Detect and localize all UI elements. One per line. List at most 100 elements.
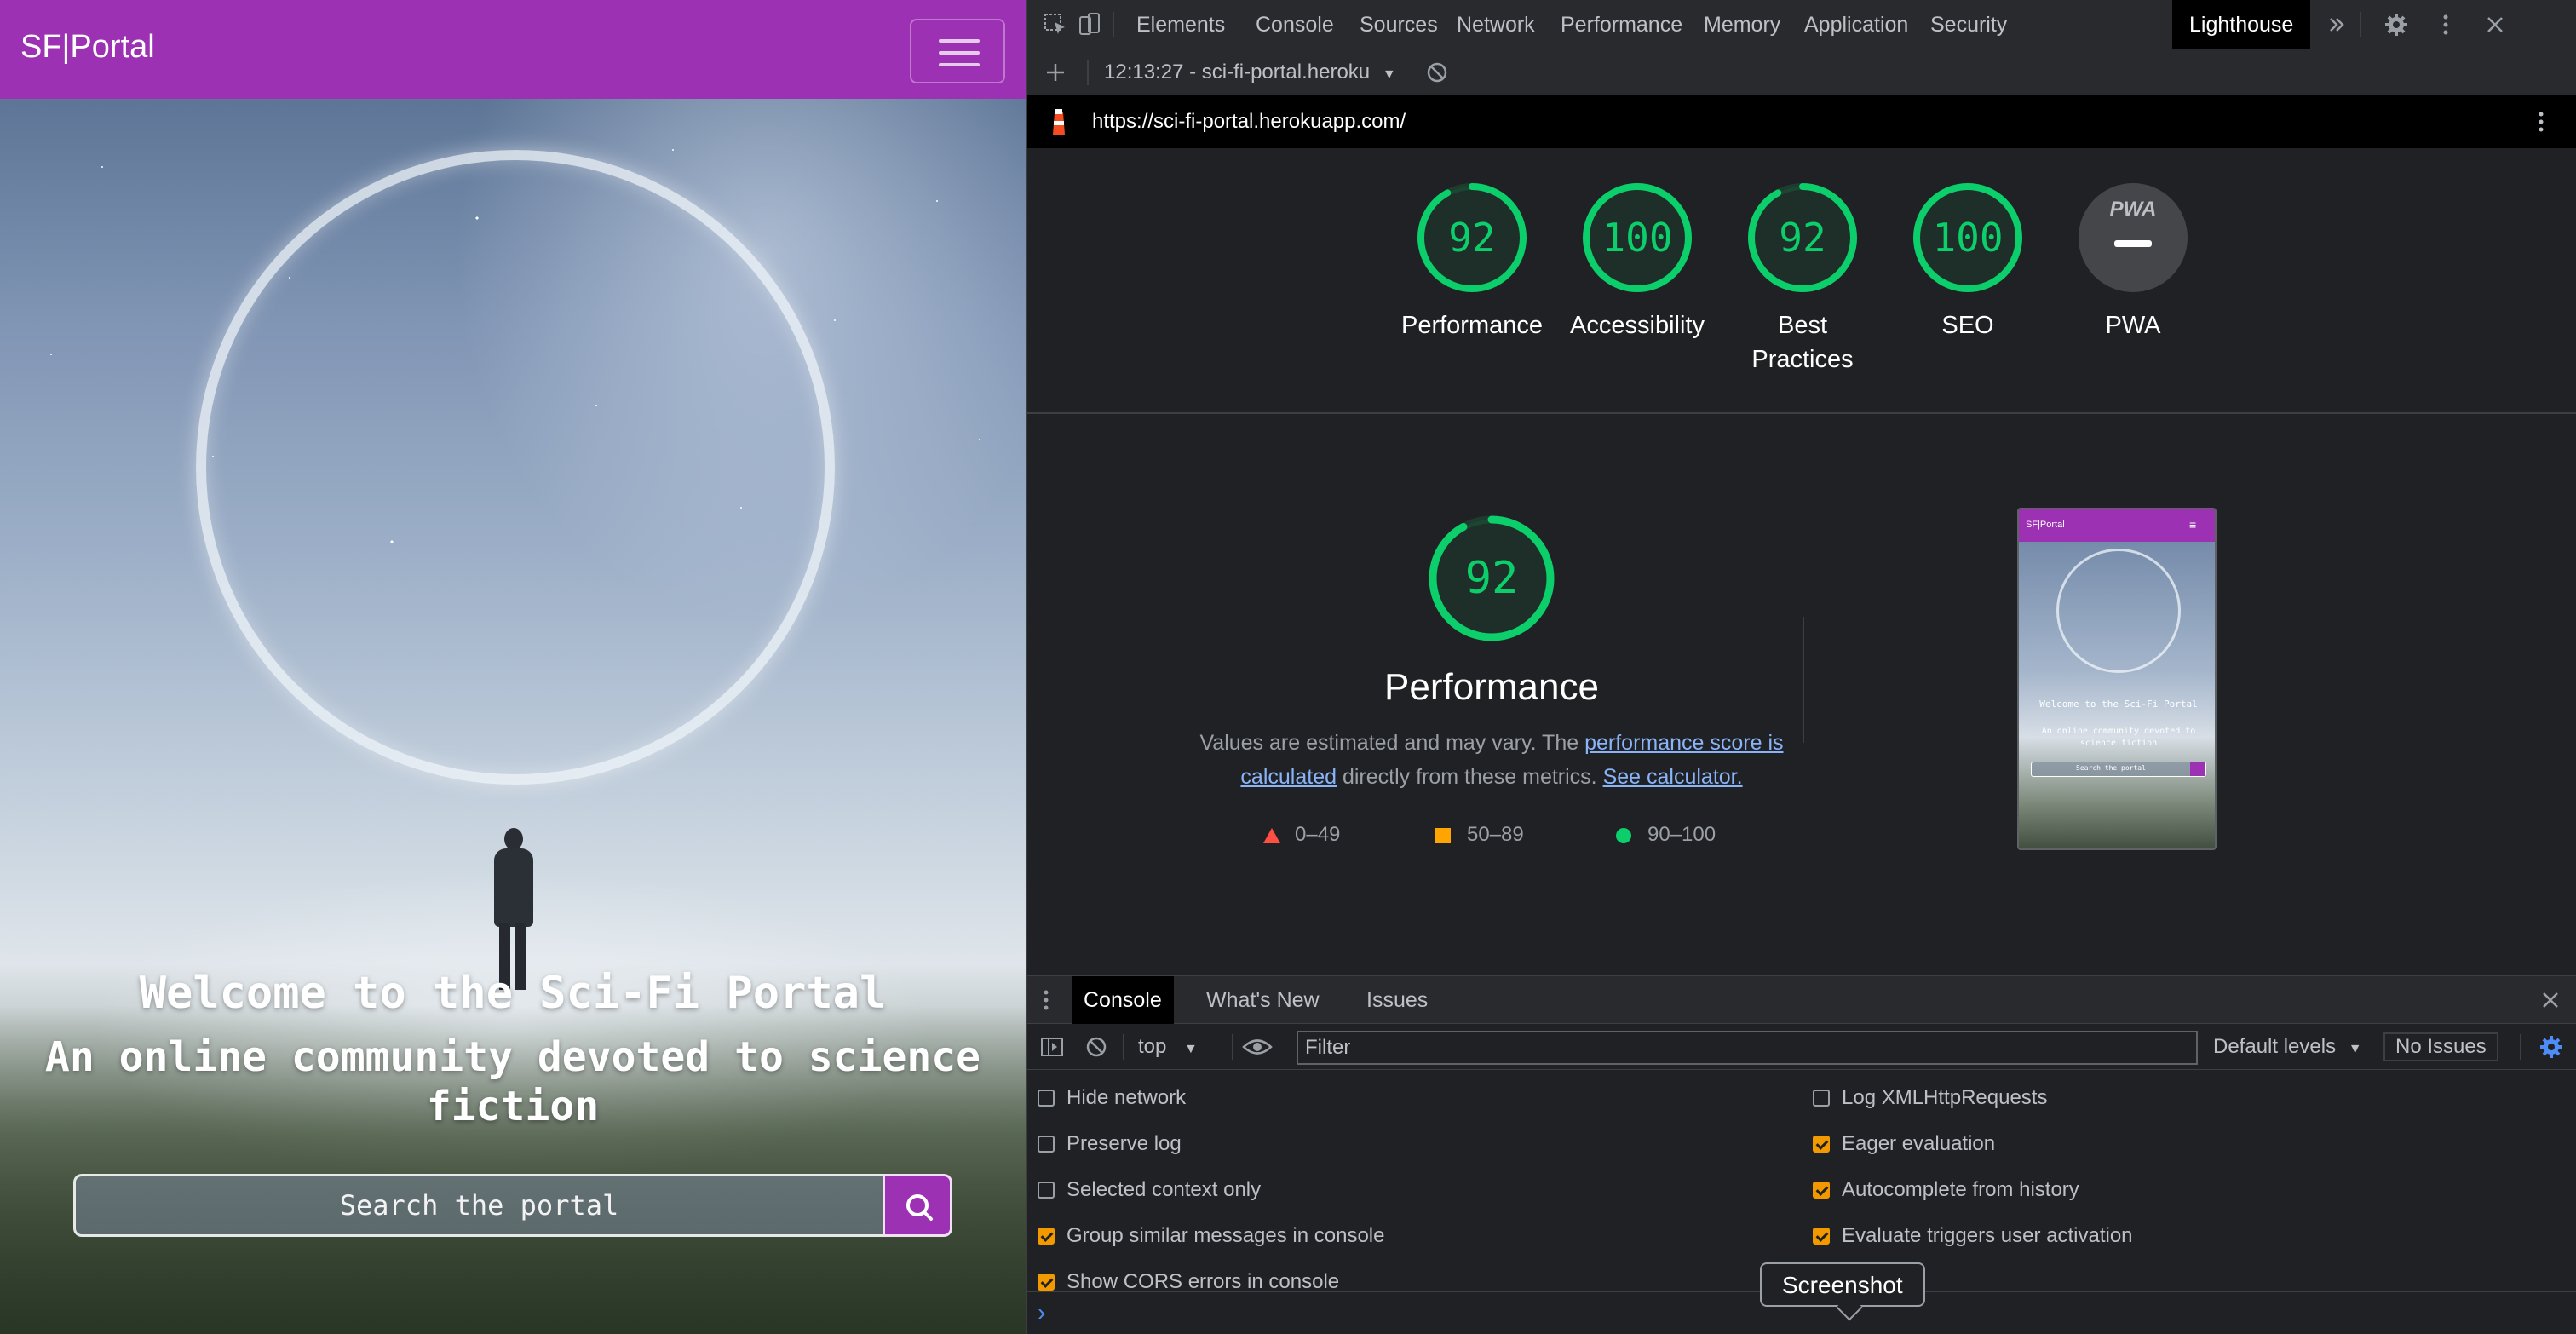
chevron-down-icon: ▼ — [2348, 1042, 2362, 1056]
site-navbar: SF|Portal — [0, 0, 1026, 99]
thumb-title: Welcome to the Sci-Fi Portal — [2039, 699, 2198, 710]
more-tabs-icon[interactable] — [2324, 12, 2349, 37]
console-settings-gear-icon[interactable] — [2539, 1034, 2564, 1060]
gauge-label: PWA — [2105, 312, 2161, 339]
console-drawer: Console What's New Issues top ▼ Filter D… — [1027, 975, 2576, 1334]
checkbox-unchecked[interactable] — [1038, 1090, 1055, 1107]
sidebar-toggle-icon[interactable] — [1039, 1034, 1065, 1060]
context-selector[interactable]: top ▼ — [1138, 1024, 1198, 1072]
section-divider — [1027, 412, 2576, 414]
desc-middle: directly from these metrics. — [1337, 765, 1603, 789]
setting-label: Log XMLHttpRequests — [1842, 1086, 2048, 1109]
log-levels-dropdown[interactable]: Default levels ▼ — [2213, 1024, 2362, 1072]
tab-performance[interactable]: Performance — [1544, 0, 1699, 49]
gauge-seo[interactable]: 100 SEO — [1884, 182, 2051, 342]
report-url-link[interactable]: https://sci-fi-portal.herokuapp.com/ — [1092, 95, 1406, 148]
console-setting-option[interactable]: Selected context only — [1038, 1177, 1261, 1203]
performance-description: Values are estimated and may vary. The p… — [1198, 726, 1785, 794]
issues-button[interactable]: No Issues — [2383, 1032, 2498, 1061]
gauge-best-practices[interactable]: 92 Best Practices — [1719, 182, 1886, 377]
checkbox-checked[interactable] — [1038, 1274, 1055, 1291]
site-brand-link[interactable]: SF|Portal — [20, 29, 155, 66]
desc-prefix: Values are estimated and may vary. The — [1199, 731, 1585, 755]
final-screenshot-thumbnail[interactable]: SF|Portal ≡ Welcome to the Sci-Fi Portal… — [2017, 508, 2217, 850]
tab-memory[interactable]: Memory — [1687, 0, 1797, 49]
navbar-toggle-button[interactable] — [910, 19, 1005, 83]
drawer-tab-issues[interactable]: Issues — [1354, 976, 1440, 1024]
console-setting-option[interactable]: Group similar messages in console — [1038, 1223, 1385, 1249]
chevron-down-icon: ▼ — [1382, 67, 1396, 82]
drawer-menu-icon[interactable] — [1038, 988, 1055, 1012]
gauge-label: SEO — [1941, 312, 1994, 339]
settings-gear-icon[interactable] — [2383, 12, 2409, 37]
tab-network[interactable]: Network — [1440, 0, 1552, 49]
report-selector-dropdown[interactable]: 12:13:27 - sci-fi-portal.heroku ▼ — [1104, 49, 1396, 95]
checkbox-unchecked[interactable] — [1038, 1136, 1055, 1153]
drawer-tabbar: Console What's New Issues — [1027, 976, 2576, 1024]
lighthouse-logo-icon — [1053, 109, 1065, 135]
kebab-menu-icon[interactable] — [2433, 12, 2458, 37]
gauge-score: 92 — [1779, 215, 1826, 261]
website-viewport: SF|Portal Welcome to the Sci-Fi Portal A… — [0, 0, 1026, 1334]
clear-console-icon[interactable] — [1084, 1034, 1109, 1060]
live-expression-eye-icon[interactable] — [1242, 1034, 1273, 1060]
inspect-element-icon[interactable] — [1043, 12, 1068, 37]
tab-application[interactable]: Application — [1787, 0, 1925, 49]
gauge-score: 100 — [1601, 215, 1673, 261]
context-label: top — [1138, 1035, 1167, 1058]
close-drawer-icon[interactable] — [2539, 988, 2562, 1012]
person-silhouette — [489, 828, 537, 990]
new-report-plus-icon[interactable] — [1043, 60, 1068, 85]
thumb-menu-icon: ≡ — [2189, 518, 2197, 532]
console-setting-option[interactable]: Hide network — [1038, 1085, 1186, 1111]
checkbox-unchecked[interactable] — [1038, 1182, 1055, 1199]
drawer-tab-console[interactable]: Console — [1072, 976, 1174, 1024]
site-search-button[interactable] — [883, 1174, 952, 1237]
setting-label: Selected context only — [1067, 1178, 1262, 1201]
tab-console[interactable]: Console — [1239, 0, 1351, 49]
legend-pass: 90–100 — [1615, 823, 1716, 847]
console-setting-option[interactable]: Eager evaluation — [1813, 1131, 1995, 1157]
site-search-form — [73, 1174, 952, 1237]
thumb-portal-ring — [2056, 549, 2181, 673]
report-selector-label: 12:13:27 - sci-fi-portal.heroku — [1104, 60, 1371, 83]
devtools-tabbar: Elements Console Sources Network Perform… — [1027, 0, 2576, 49]
gauge-pwa[interactable]: PWA PWA — [2050, 182, 2217, 342]
drawer-tab-whats-new[interactable]: What's New — [1194, 976, 1331, 1024]
thumb-search-button — [2190, 762, 2205, 776]
checkbox-checked[interactable] — [1813, 1228, 1830, 1245]
gauge-performance[interactable]: 92 Performance — [1389, 182, 1555, 342]
tab-elements[interactable]: Elements — [1119, 0, 1242, 49]
search-icon — [906, 1194, 933, 1221]
setting-label: Preserve log — [1067, 1132, 1182, 1155]
checkbox-checked[interactable] — [1813, 1136, 1830, 1153]
hero-title: Welcome to the Sci-Fi Portal — [139, 968, 887, 1019]
tab-sources[interactable]: Sources — [1343, 0, 1455, 49]
gauge-label: Performance — [1400, 312, 1543, 339]
see-calculator-link[interactable]: See calculator. — [1603, 765, 1743, 789]
console-setting-option[interactable]: Log XMLHttpRequests — [1813, 1085, 2047, 1111]
console-setting-option[interactable]: Autocomplete from history — [1813, 1177, 2079, 1203]
tab-lighthouse[interactable]: Lighthouse — [2172, 0, 2311, 49]
performance-category-score: 92 — [1464, 553, 1519, 604]
clear-reports-icon[interactable] — [1424, 60, 1450, 85]
console-filter-input[interactable] — [1297, 1031, 2198, 1065]
report-menu-icon[interactable] — [2528, 109, 2554, 135]
console-setting-option[interactable]: Evaluate triggers user activation — [1813, 1223, 2133, 1249]
close-devtools-icon[interactable] — [2482, 12, 2508, 37]
legend-average: 50–89 — [1435, 823, 1524, 847]
checkbox-checked[interactable] — [1038, 1228, 1055, 1245]
devtools-panel: Elements Console Sources Network Perform… — [1026, 0, 2576, 1334]
setting-label: Hide network — [1067, 1086, 1187, 1109]
checkbox-checked[interactable] — [1813, 1182, 1830, 1199]
console-toolbar: top ▼ Default levels ▼ No Issues — [1027, 1024, 2576, 1070]
tab-security[interactable]: Security — [1913, 0, 2024, 49]
device-toolbar-icon[interactable] — [1077, 12, 1102, 37]
console-setting-option[interactable]: Preserve log — [1038, 1131, 1182, 1157]
checkbox-unchecked[interactable] — [1813, 1090, 1830, 1107]
hero-subtitle: An online community devoted to science f… — [44, 1033, 981, 1130]
prompt-chevron-icon: › — [1038, 1299, 1046, 1325]
gauge-accessibility[interactable]: 100 Accessibility — [1554, 182, 1721, 342]
site-search-input[interactable] — [73, 1174, 883, 1237]
legend-range: 50–89 — [1467, 823, 1524, 846]
